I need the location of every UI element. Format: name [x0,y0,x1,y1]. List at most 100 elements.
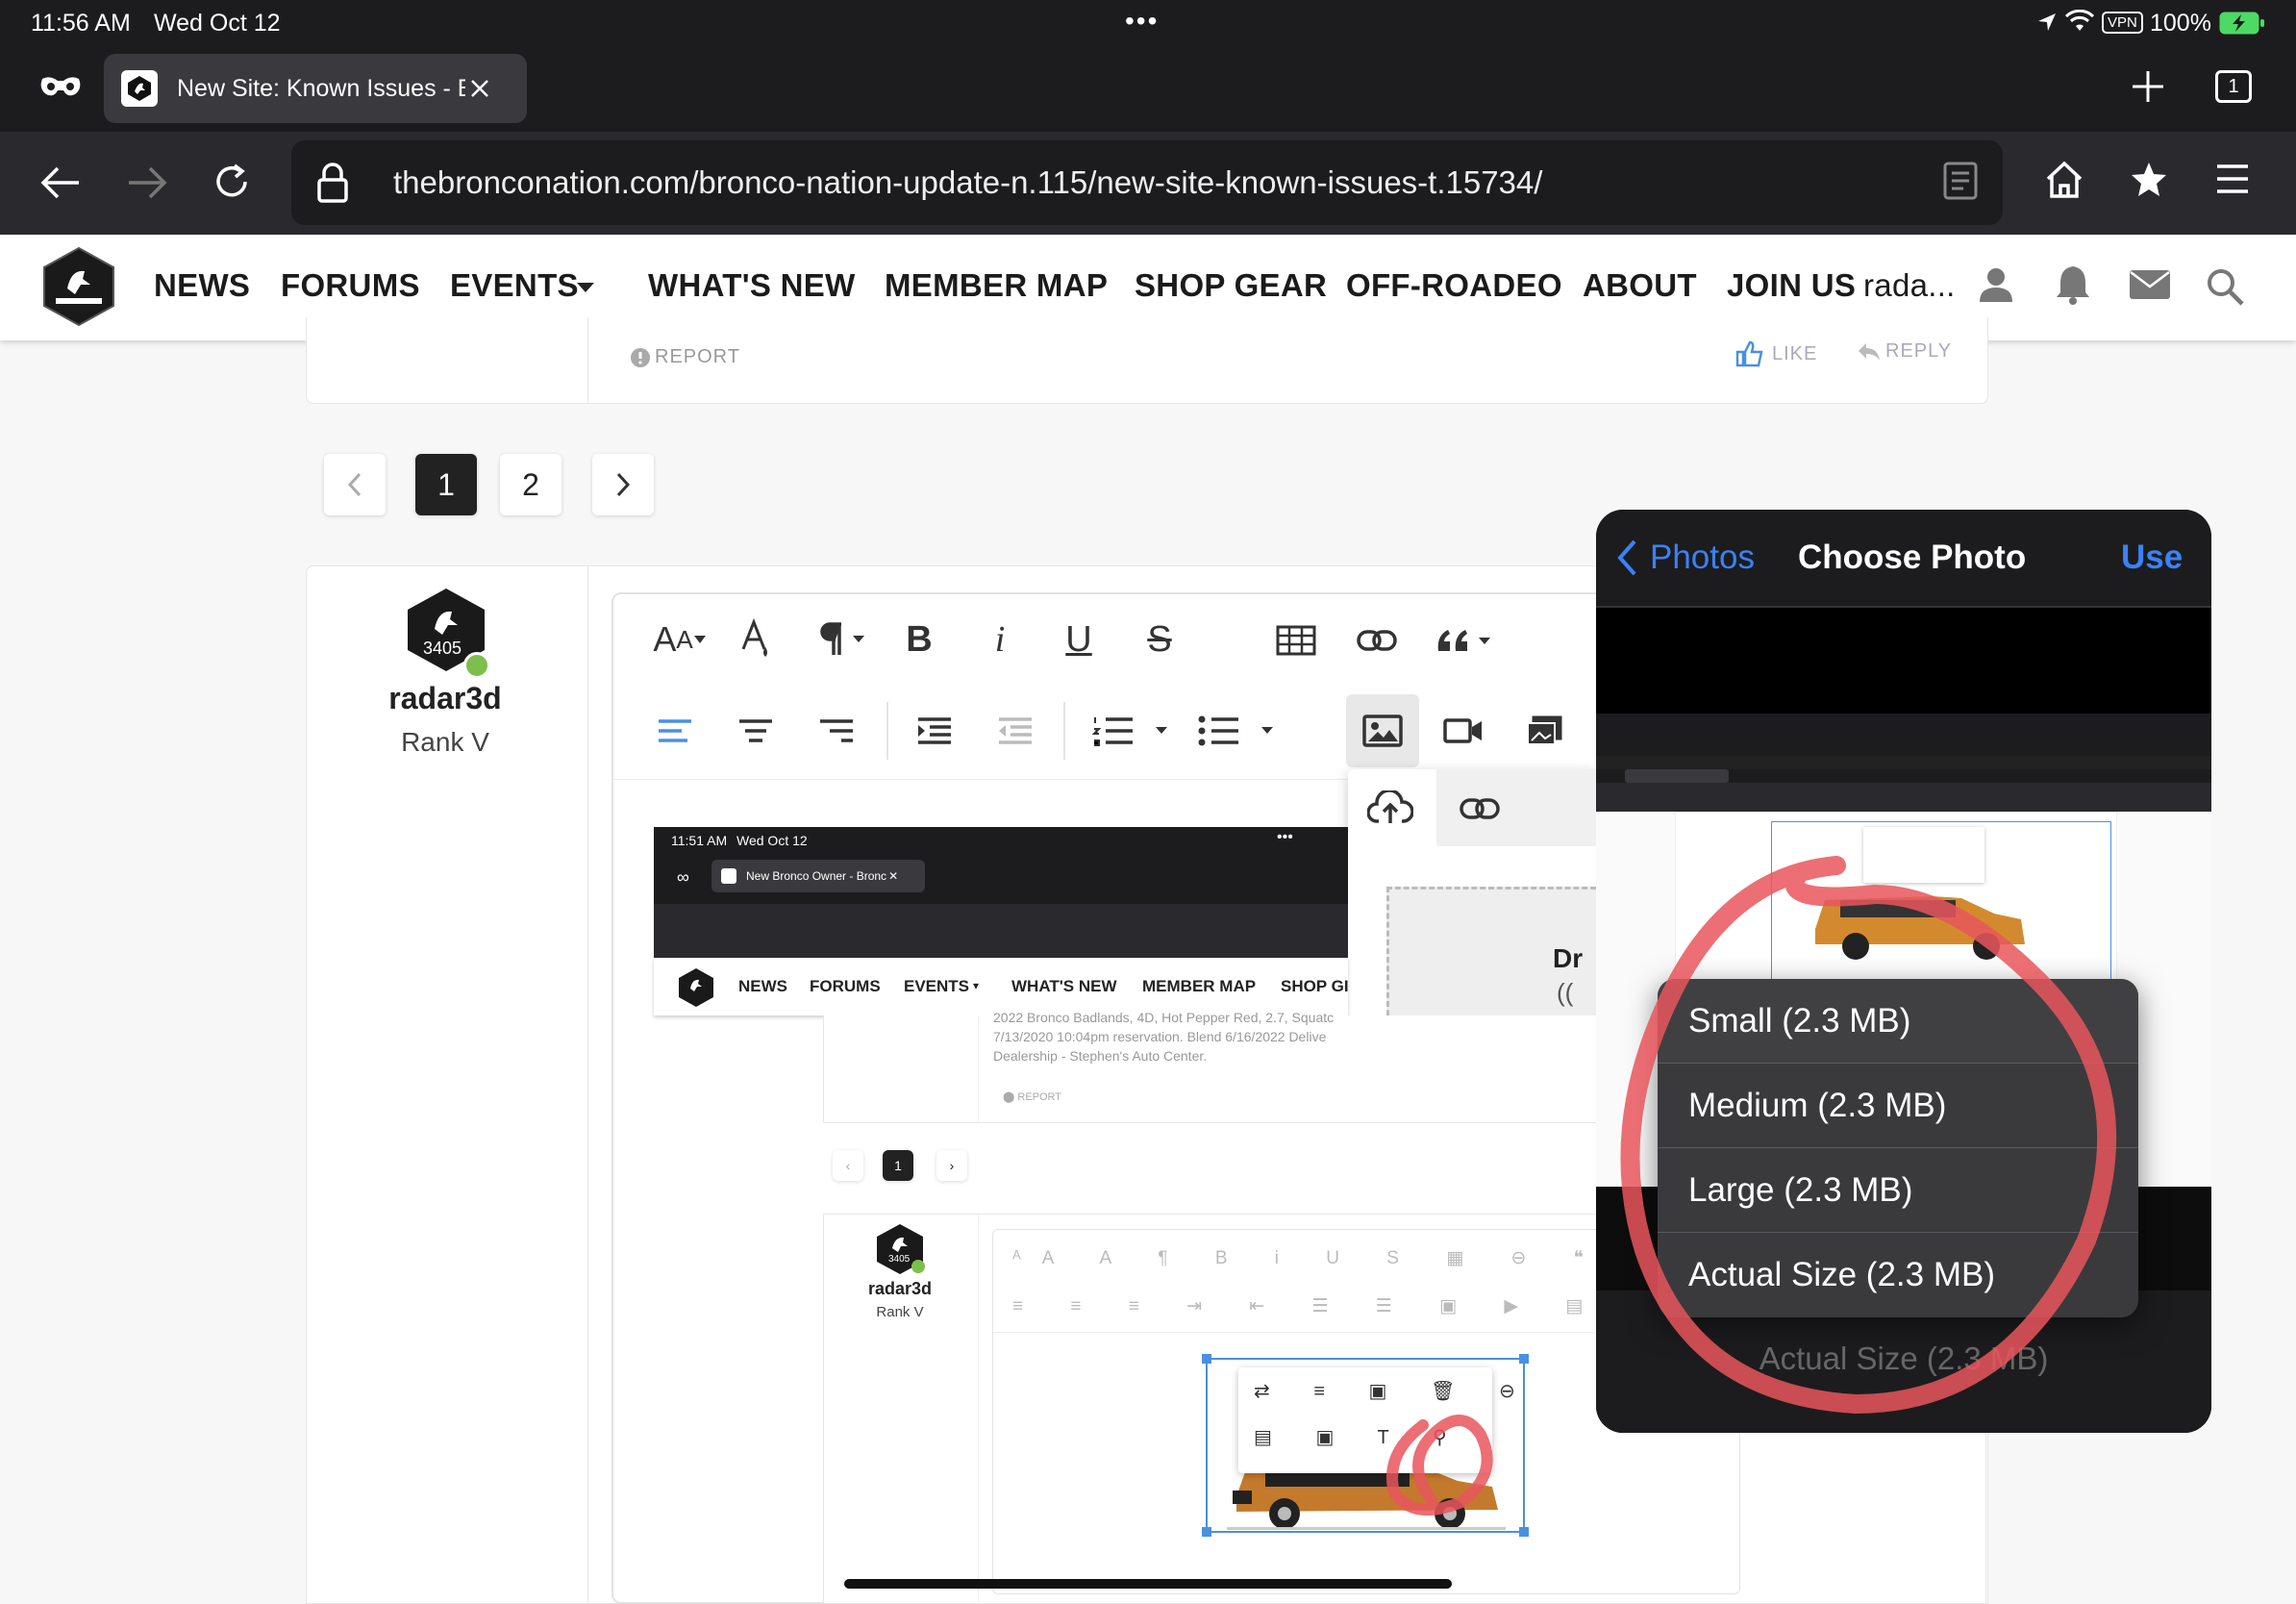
reply-link[interactable]: REPLY [1857,340,1952,363]
paragraph-icon[interactable] [813,615,871,664]
bookmark-star-icon[interactable] [2129,160,2169,200]
embedded-page-1: 1 [883,1150,913,1181]
drop-zone-sublabel: (( [1557,978,1574,1007]
author-name[interactable]: radar3d [383,681,508,716]
nav-member-map[interactable]: MEMBER MAP [885,267,1108,304]
forward-arrow-icon[interactable] [127,163,167,202]
ordered-list-icon[interactable] [1092,712,1173,750]
text-color-icon[interactable] [736,615,775,664]
pagination-page-1[interactable]: 1 [415,454,477,515]
multitask-dots[interactable]: ••• [1125,6,1159,37]
nav-shop-gear[interactable]: SHOP GEAR [1135,267,1327,304]
embedded-author-name: radar3d [867,1279,933,1298]
preview-tabbar-strip [1596,769,2211,783]
nav-username[interactable]: rada... [1863,267,1956,304]
video-icon[interactable] [1442,712,1485,750]
lock-icon [316,163,349,203]
pagination-page-2[interactable]: 2 [500,454,562,515]
reload-icon[interactable] [212,162,252,202]
search-icon[interactable] [2206,267,2244,306]
chevron-right-icon [616,472,631,497]
popup-link-icon[interactable] [1460,796,1500,821]
embedded-next: › [936,1150,967,1181]
italic-icon[interactable]: i [981,615,1019,664]
private-mode-icon[interactable] [38,73,83,100]
underline-icon[interactable]: U [1060,615,1098,664]
url-field[interactable]: thebronconation.com/bronco-nation-update… [291,140,2003,225]
nav-whats-new[interactable]: WHAT'S NEW [648,267,856,304]
annotation-circle [1620,856,2117,1415]
bell-icon[interactable] [2054,263,2092,306]
new-tab-icon[interactable] [2131,69,2165,104]
embedded-post-divider [978,1015,979,1123]
embedded-post-line-2: 7/13/2020 10:04pm reservation. Blend 6/1… [993,1029,1327,1044]
upload-cloud-icon[interactable] [1367,790,1413,825]
home-indicator[interactable] [844,1579,1452,1589]
strikethrough-icon[interactable]: S [1140,615,1179,664]
nav-forums[interactable]: FORUMS [281,267,420,304]
picker-title: Choose Photo [1798,539,2027,576]
pagination-next[interactable] [592,454,654,515]
wifi-icon [2065,10,2094,33]
menu-icon[interactable] [2215,163,2250,194]
embedded-toolbar-row-2: ≡ ≡ ≡ ⇥ ⇤ ☰ ☰ ▣ ▶ ▤ ☺ [1012,1296,1670,1316]
picker-back-button[interactable]: Photos [1615,539,1755,577]
online-indicator [463,652,490,679]
nav-off-roadeo[interactable]: OFF-ROADEO [1346,267,1562,304]
thumbs-up-icon [1735,340,1763,367]
status-bar: 11:56 AM Wed Oct 12 ••• VPN 100% [0,0,2296,48]
report-icon [631,347,650,367]
quote-icon[interactable] [1433,619,1496,662]
align-right-icon[interactable] [817,712,856,750]
author-rank: Rank V [401,727,489,757]
nav-join-us[interactable]: JOIN US [1727,267,1856,304]
home-icon[interactable] [2044,160,2084,200]
tab-close-icon[interactable] [469,78,490,99]
picker-use-button[interactable]: Use [2121,539,2183,577]
events-dropdown-icon[interactable] [575,281,596,294]
bold-icon[interactable]: B [900,615,938,664]
embedded-urlbar [654,904,1348,958]
nav-about[interactable]: ABOUT [1583,267,1697,304]
mail-icon[interactable] [2129,269,2171,300]
report-link[interactable]: REPORT [630,346,740,368]
link-icon[interactable] [1356,619,1398,662]
font-size-button[interactable]: AA [646,615,713,664]
indent-icon[interactable] [915,712,954,750]
preview-top-strip [1596,756,2211,769]
embedded-toolbar-row-1: ᴬA A ¶ B i U S ▦ ⊖ ❝ [1012,1248,1605,1268]
embedded-tab-close-icon: ✕ [888,869,899,883]
reader-view-icon[interactable] [1943,162,1978,200]
outdent-icon[interactable] [996,712,1035,750]
post-divider [587,317,588,404]
tab-active[interactable]: New Site: Known Issues - Bı [104,54,527,123]
user-icon[interactable] [1977,265,2015,304]
site-logo[interactable] [42,246,115,327]
align-center-icon[interactable] [736,712,775,750]
embedded-nav-shop: SHOP GI [1281,977,1349,995]
embedded-tab: New Bronco Owner - Bronc ✕ [711,860,925,892]
nav-events[interactable]: EVENTS [450,267,579,304]
align-left-icon[interactable] [656,712,694,750]
chevron-left-icon [1617,539,1636,576]
pagination-prev[interactable] [324,454,386,515]
reply-divider [587,566,588,1604]
embedded-author-rank: Rank V [876,1304,924,1320]
like-link[interactable]: LIKE [1735,340,1817,367]
bullet-list-icon[interactable] [1198,712,1279,750]
battery-icon [2219,12,2265,35]
embedded-screenshot-header: 11:51 AM Wed Oct 12 ••• ∞ New Bronco Own… [654,827,1349,1015]
embedded-status-date: Wed Oct 12 [736,833,808,848]
back-arrow-icon[interactable] [40,163,81,202]
url-text: thebronconation.com/bronco-nation-update… [393,164,1543,200]
embedded-prev: ‹ [833,1150,863,1181]
gallery-icon[interactable] [1523,712,1565,750]
embedded-private-icon: ∞ [677,867,689,887]
nav-news[interactable]: NEWS [154,267,250,304]
embedded-site-nav: NEWS FORUMS EVENTS ▾ WHAT'S NEW MEMBER M… [654,958,1349,1015]
embedded-dots: ••• [1277,829,1293,845]
tab-count-button[interactable]: 1 [2215,70,2252,103]
embedded-post-line-1: 2022 Bronco Badlands, 4D, Hot Pepper Red… [993,1010,1335,1025]
embedded-online-indicator [911,1260,925,1273]
table-icon[interactable] [1275,619,1317,662]
